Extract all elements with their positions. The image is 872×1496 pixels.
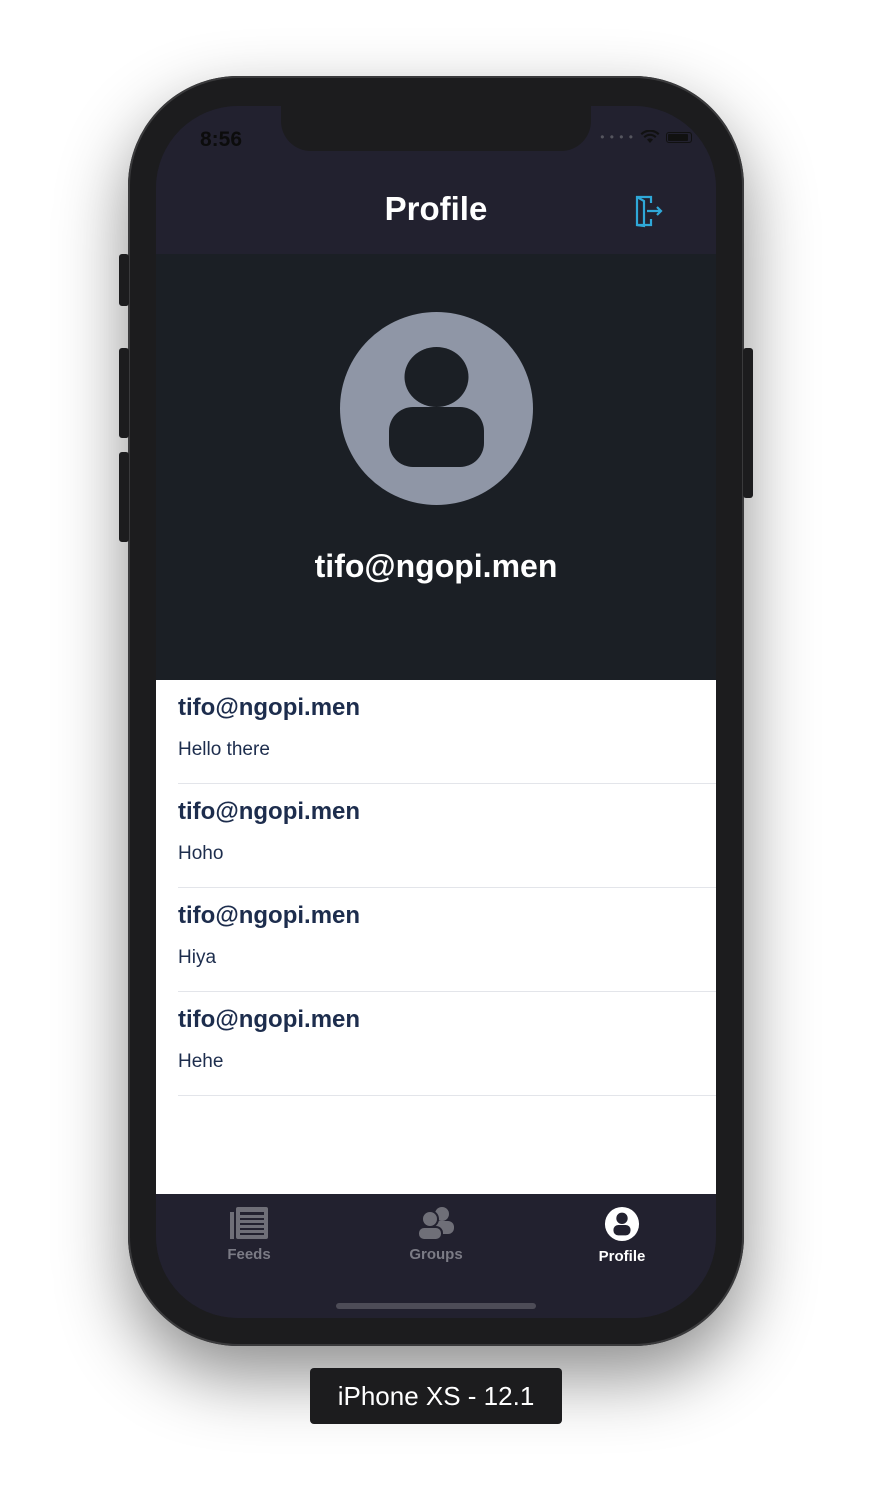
status-indicators: • • • • — [600, 130, 692, 144]
post-text: Hehe — [178, 1051, 224, 1072]
user-avatar-icon — [389, 347, 484, 467]
profile-header: tifo@ngopi.men — [156, 254, 716, 680]
post-text: Hello there — [178, 739, 270, 760]
mute-switch — [119, 254, 129, 306]
list-item[interactable]: tifo@ngopi.men Hehe — [178, 992, 716, 1096]
tab-label: Profile — [598, 1248, 646, 1265]
device-frame: 8:56 • • • • Profile tifo@ngopi.men tifo… — [119, 76, 753, 1346]
tab-feeds[interactable]: Feeds — [179, 1206, 319, 1276]
power-button — [743, 348, 753, 498]
profile-icon — [604, 1206, 640, 1242]
feeds-icon — [230, 1207, 268, 1239]
tab-profile[interactable]: Profile — [552, 1206, 692, 1276]
post-text: Hoho — [178, 843, 224, 864]
tab-label: Groups — [409, 1246, 463, 1263]
post-author: tifo@ngopi.men — [178, 694, 361, 721]
navigation-bar: 8:56 • • • • Profile — [156, 106, 716, 254]
post-author: tifo@ngopi.men — [178, 902, 361, 929]
page-title: Profile — [384, 190, 488, 227]
tab-label: Feeds — [227, 1246, 271, 1263]
avatar — [340, 312, 533, 505]
list-item[interactable]: tifo@ngopi.men Hiya — [178, 888, 716, 992]
list-item[interactable]: tifo@ngopi.men Hoho — [178, 784, 716, 888]
volume-up-button — [119, 348, 129, 438]
home-indicator[interactable] — [336, 1303, 536, 1309]
groups-icon — [417, 1207, 454, 1240]
post-author: tifo@ngopi.men — [178, 798, 361, 825]
logout-icon — [635, 195, 663, 228]
post-text: Hiya — [178, 947, 217, 968]
device-label: iPhone XS - 12.1 — [310, 1368, 562, 1424]
screen: 8:56 • • • • Profile tifo@ngopi.men tifo… — [156, 106, 716, 1318]
status-time: 8:56 — [200, 128, 243, 151]
wifi-icon — [640, 130, 660, 143]
post-author: tifo@ngopi.men — [178, 1006, 361, 1033]
logout-button[interactable] — [634, 194, 664, 228]
profile-email: tifo@ngopi.men — [314, 548, 558, 584]
tab-bar: Feeds Groups Profile — [156, 1194, 716, 1318]
posts-list[interactable]: tifo@ngopi.men Hello there tifo@ngopi.me… — [156, 680, 716, 1194]
notch — [281, 106, 591, 151]
volume-down-button — [119, 452, 129, 542]
signal-icon: • • • • — [600, 130, 634, 144]
list-item[interactable]: tifo@ngopi.men Hello there — [178, 680, 716, 784]
battery-icon — [666, 131, 692, 143]
tab-groups[interactable]: Groups — [366, 1206, 506, 1276]
